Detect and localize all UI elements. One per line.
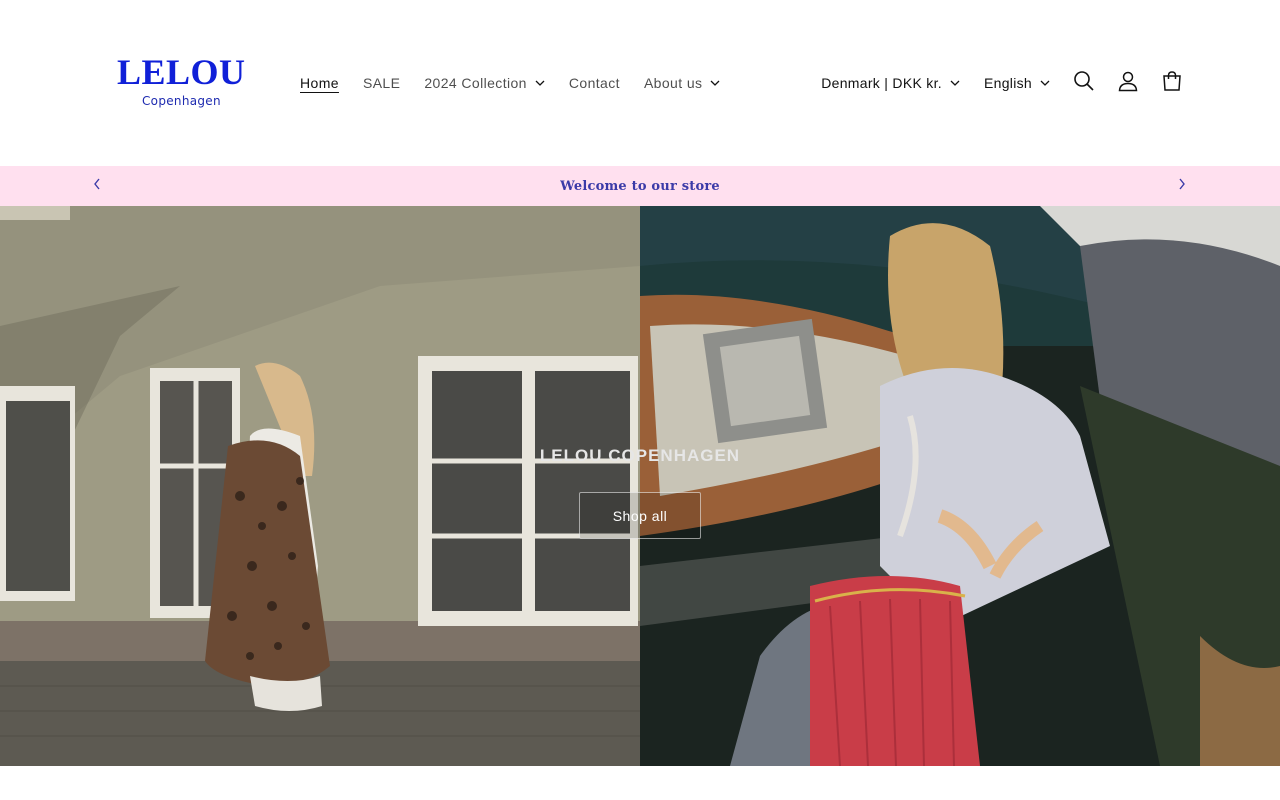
announcement-next-button[interactable] [1170,174,1194,198]
announcement-text: Welcome to our store [560,178,720,194]
nav-item-2024-collection[interactable]: 2024 Collection [412,71,557,95]
logo-wordmark: LELOU [117,52,246,92]
announcement-prev-button[interactable] [85,174,109,198]
country-selector[interactable]: Denmark | DKK kr. [809,75,972,91]
language-selector[interactable]: English [972,75,1062,91]
chevron-down-icon [535,80,545,86]
nav-item-label: 2024 Collection [424,75,527,91]
logo-tagline: Copenhagen [142,94,221,108]
shop-all-button[interactable]: Shop all [579,492,701,539]
nav-item-home[interactable]: Home [288,71,351,95]
account-button[interactable] [1106,61,1150,105]
nav-item-sale[interactable]: SALE [351,71,412,95]
main-nav: Home SALE 2024 Collection Contact About … [288,70,732,96]
hero-heading: LELOU COPENHAGEN [539,446,741,465]
country-selector-label: Denmark | DKK kr. [821,75,942,91]
chevron-down-icon [950,80,960,86]
nav-item-label: Contact [568,75,620,91]
hero-content: LELOU COPENHAGEN Shop all [0,446,1280,539]
search-icon [1073,70,1095,97]
nav-item-contact[interactable]: Contact [557,71,632,95]
nav-item-label: Home [300,75,339,91]
nav-item-label: About us [643,75,703,91]
header-tools: Denmark | DKK kr. English [809,66,1194,100]
nav-item-label: SALE [362,75,401,91]
nav-item-about-us[interactable]: About us [632,71,732,95]
language-selector-label: English [983,75,1032,91]
announcement-bar: Welcome to our store [0,166,1280,206]
site-header: LELOU Copenhagen Home SALE 2024 Collecti… [0,0,1280,166]
chevron-right-icon [1178,177,1186,195]
account-icon [1117,70,1139,97]
brand-logo[interactable]: LELOU Copenhagen [117,54,247,114]
cart-icon [1161,70,1183,97]
cart-button[interactable] [1150,61,1194,105]
chevron-down-icon [1040,80,1050,86]
hero-banner: LELOU COPENHAGEN Shop all [0,206,1280,766]
search-button[interactable] [1062,61,1106,105]
chevron-down-icon [710,80,720,86]
chevron-left-icon [93,177,101,195]
